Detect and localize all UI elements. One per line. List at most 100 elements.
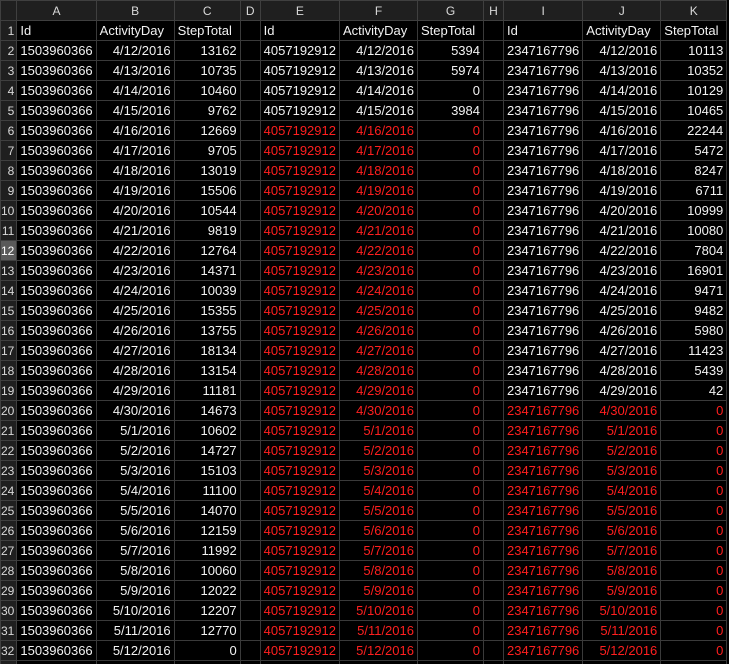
id-cell[interactable]: 4057192912 [259, 480, 340, 501]
id-cell[interactable]: 2347167796 [502, 500, 584, 521]
activity-day-cell[interactable]: 5/7/2016 [95, 540, 175, 561]
id-cell[interactable]: 1503960366 [16, 120, 97, 141]
id-cell[interactable]: 1503960366 [16, 640, 97, 661]
activity-day-cell[interactable]: 4/23/2016 [582, 260, 662, 281]
activity-day-cell[interactable]: 4/23/2016 [338, 260, 418, 281]
id-cell[interactable]: 4057192912 [259, 520, 340, 541]
id-cell[interactable]: 1503960366 [16, 180, 97, 201]
step-total-cell[interactable]: 10060 [173, 560, 241, 581]
empty-column-cell[interactable] [239, 260, 261, 281]
row-header[interactable]: 4 [0, 80, 18, 101]
id-cell[interactable]: 1503960366 [16, 600, 97, 621]
row-header[interactable]: 11 [0, 220, 18, 241]
empty-column-cell[interactable] [239, 120, 261, 141]
step-total-cell[interactable]: 0 [416, 460, 484, 481]
id-cell[interactable]: 1503960366 [16, 320, 97, 341]
step-total-cell[interactable]: 13162 [173, 40, 241, 61]
id-cell[interactable]: 1503960366 [16, 520, 97, 541]
activity-day-cell[interactable]: 5/5/2016 [95, 500, 175, 521]
step-total-cell[interactable]: 0 [416, 300, 484, 321]
activity-day-cell[interactable]: 4/17/2016 [582, 140, 662, 161]
row-header[interactable]: 2 [0, 40, 18, 61]
activity-day-cell[interactable]: 4/21/2016 [582, 220, 662, 241]
row-header[interactable]: 16 [0, 320, 18, 341]
activity-day-cell[interactable] [95, 660, 175, 664]
step-total-cell[interactable]: 18134 [173, 340, 241, 361]
empty-column-cell[interactable] [482, 620, 504, 641]
step-total-cell[interactable]: 11100 [173, 480, 241, 501]
id-cell[interactable]: 1503960366 [16, 140, 97, 161]
step-total-cell[interactable]: 11181 [173, 380, 241, 401]
step-total-cell[interactable]: 10113 [660, 40, 728, 61]
activity-day-cell[interactable]: 5/4/2016 [582, 480, 662, 501]
step-total-cell[interactable]: 0 [416, 440, 484, 461]
header-cell-id[interactable]: Id [259, 20, 340, 41]
row-header[interactable]: 6 [0, 120, 18, 141]
step-total-cell[interactable]: 9762 [173, 100, 241, 121]
id-cell[interactable]: 4057192912 [259, 580, 340, 601]
row-header[interactable]: 17 [0, 340, 18, 361]
id-cell[interactable]: 2347167796 [502, 200, 584, 221]
step-total-cell[interactable]: 0 [173, 640, 241, 661]
activity-day-cell[interactable]: 4/25/2016 [338, 300, 418, 321]
id-cell[interactable]: 2347167796 [502, 480, 584, 501]
activity-day-cell[interactable]: 4/13/2016 [338, 60, 418, 81]
step-total-cell[interactable]: 15506 [173, 180, 241, 201]
id-cell[interactable]: 1503960366 [16, 200, 97, 221]
empty-column-cell[interactable] [482, 380, 504, 401]
row-header[interactable]: 18 [0, 360, 18, 381]
activity-day-cell[interactable]: 4/20/2016 [582, 200, 662, 221]
activity-day-cell[interactable]: 4/24/2016 [95, 280, 175, 301]
id-cell[interactable]: 1503960366 [16, 380, 97, 401]
id-cell[interactable]: 1503960366 [16, 300, 97, 321]
activity-day-cell[interactable]: 5/2/2016 [582, 440, 662, 461]
step-total-cell[interactable]: 0 [416, 500, 484, 521]
id-cell[interactable]: 4057192912 [259, 220, 340, 241]
empty-column-cell[interactable] [239, 540, 261, 561]
activity-day-cell[interactable]: 5/7/2016 [338, 540, 418, 561]
empty-column-cell[interactable] [239, 180, 261, 201]
step-total-cell[interactable]: 0 [416, 120, 484, 141]
row-header[interactable]: 29 [0, 580, 18, 601]
row-header[interactable]: 27 [0, 540, 18, 561]
activity-day-cell[interactable]: 4/24/2016 [582, 280, 662, 301]
empty-column-cell[interactable] [482, 640, 504, 661]
activity-day-cell[interactable]: 4/18/2016 [338, 160, 418, 181]
activity-day-cell[interactable]: 4/17/2016 [95, 140, 175, 161]
activity-day-cell[interactable]: 4/29/2016 [582, 380, 662, 401]
empty-column-cell[interactable] [239, 320, 261, 341]
empty-column-cell[interactable] [239, 160, 261, 181]
row-header[interactable]: 1 [0, 20, 18, 41]
step-total-cell[interactable] [660, 660, 728, 664]
step-total-cell[interactable]: 0 [416, 200, 484, 221]
id-cell[interactable]: 4057192912 [259, 160, 340, 181]
empty-column-cell[interactable] [239, 60, 261, 81]
row-header[interactable]: 26 [0, 520, 18, 541]
id-cell[interactable]: 1503960366 [16, 280, 97, 301]
id-cell[interactable]: 4057192912 [259, 380, 340, 401]
column-header-b[interactable]: B [95, 0, 175, 21]
activity-day-cell[interactable]: 4/22/2016 [338, 240, 418, 261]
empty-column-cell[interactable] [482, 160, 504, 181]
step-total-cell[interactable]: 22244 [660, 120, 728, 141]
step-total-cell[interactable]: 0 [660, 460, 728, 481]
id-cell[interactable]: 2347167796 [502, 40, 584, 61]
step-total-cell[interactable]: 0 [660, 600, 728, 621]
empty-column-cell[interactable] [239, 580, 261, 601]
activity-day-cell[interactable]: 4/16/2016 [95, 120, 175, 141]
activity-day-cell[interactable]: 4/30/2016 [582, 400, 662, 421]
activity-day-cell[interactable]: 4/28/2016 [95, 360, 175, 381]
id-cell[interactable]: 4057192912 [259, 320, 340, 341]
activity-day-cell[interactable]: 4/18/2016 [95, 160, 175, 181]
activity-day-cell[interactable]: 5/3/2016 [338, 460, 418, 481]
step-total-cell[interactable]: 0 [660, 560, 728, 581]
id-cell[interactable]: 4057192912 [259, 600, 340, 621]
activity-day-cell[interactable]: 5/10/2016 [338, 600, 418, 621]
empty-column-cell[interactable] [482, 420, 504, 441]
empty-column-cell[interactable] [239, 520, 261, 541]
activity-day-cell[interactable]: 5/11/2016 [95, 620, 175, 641]
id-cell[interactable]: 2347167796 [502, 600, 584, 621]
empty-column-cell[interactable] [482, 120, 504, 141]
step-total-cell[interactable]: 0 [416, 140, 484, 161]
activity-day-cell[interactable]: 4/18/2016 [582, 160, 662, 181]
